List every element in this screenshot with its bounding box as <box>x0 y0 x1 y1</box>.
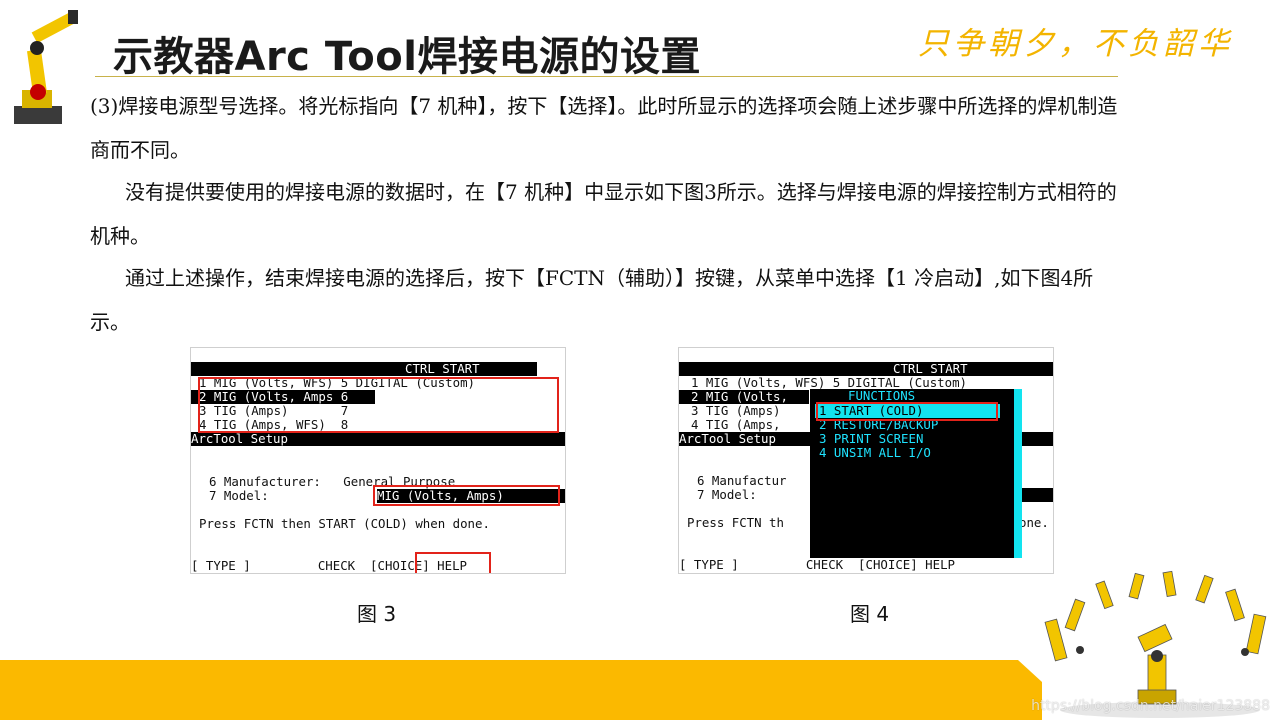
title-divider <box>95 76 1118 77</box>
figure-4-screen: CTRL START 1 MIG (Volts, WFS) 5 DIGITAL … <box>678 347 1054 574</box>
model-row-1: 1 MIG (Volts, WFS) 5 DIGITAL (Custom) <box>691 375 968 390</box>
paragraph-2-text: 没有提供要使用的焊接电源的数据时，在【7 机种】中显示如下图3所示。选择与焊接电… <box>90 180 1117 248</box>
press-instruction-tail: one. <box>1019 515 1049 530</box>
footer-band <box>0 660 1042 720</box>
page-title: 示教器Arc Tool焊接电源的设置 <box>113 34 701 80</box>
choice-key-highlight <box>415 552 491 573</box>
ctrl-start-label: CTRL START <box>405 361 480 376</box>
paragraph-2: 没有提供要使用的焊接电源的数据时，在【7 机种】中显示如下图3所示。选择与焊接电… <box>90 170 1130 258</box>
arctool-setup-bar: ArcTool Setup <box>191 432 565 446</box>
figure-3-caption: 图 3 <box>357 602 397 626</box>
slogan: 只争朝夕，不负韶华 <box>918 26 1233 62</box>
ctrl-start-label: CTRL START <box>893 361 968 376</box>
manufacturer-row: 6 Manufactur <box>697 473 787 488</box>
softkey-bar: [ TYPE ] CHECK [CHOICE] HELP <box>679 557 956 572</box>
model-label: 7 Model: <box>209 488 269 503</box>
figure-4-caption: 图 4 <box>850 602 890 626</box>
model-label: 7 Model: <box>697 487 757 502</box>
model-row-4: 4 TIG (Amps, <box>691 417 781 432</box>
paragraph-1-text: (3)焊接电源型号选择。将光标指向【7 机种】，按下【选择】。此时所显示的选择项… <box>90 94 1118 162</box>
start-cold-highlight <box>816 402 998 421</box>
menu-item-print-screen[interactable]: 3 PRINT SCREEN <box>819 432 923 446</box>
model-row-2: 2 MIG (Volts, <box>679 390 809 404</box>
ctrl-start-bar: CTRL START <box>679 362 1053 376</box>
model-list-highlight <box>198 377 559 433</box>
model-value-highlight <box>373 485 560 506</box>
robot-group-image <box>1044 570 1267 718</box>
robot-arm-logo <box>14 10 78 124</box>
menu-scrollbar[interactable] <box>1014 389 1022 558</box>
paragraph-1: (3)焊接电源型号选择。将光标指向【7 机种】，按下【选择】。此时所显示的选择项… <box>90 84 1130 172</box>
paragraph-3-text: 通过上述操作，结束焊接电源的选择后，按下【FCTN（辅助）】按键，从菜单中选择【… <box>90 266 1094 334</box>
ctrl-start-bar: CTRL START <box>191 362 537 376</box>
menu-title: FUNCTIONS <box>848 388 916 403</box>
paragraph-3: 通过上述操作，结束焊接电源的选择后，按下【FCTN（辅助）】按键，从菜单中选择【… <box>90 256 1130 344</box>
figure-3-screen: CTRL START 1 MIG (Volts, WFS) 5 DIGITAL … <box>190 347 566 574</box>
model-row-3: 3 TIG (Amps) <box>691 403 781 418</box>
press-instruction: Press FCTN th <box>687 515 784 530</box>
watermark-url: https://blog.csdn.net/haier123888 <box>1031 698 1270 714</box>
menu-item-unsim-all-io[interactable]: 4 UNSIM ALL I/O <box>819 446 931 460</box>
press-instruction: Press FCTN then START (COLD) when done. <box>199 516 490 531</box>
